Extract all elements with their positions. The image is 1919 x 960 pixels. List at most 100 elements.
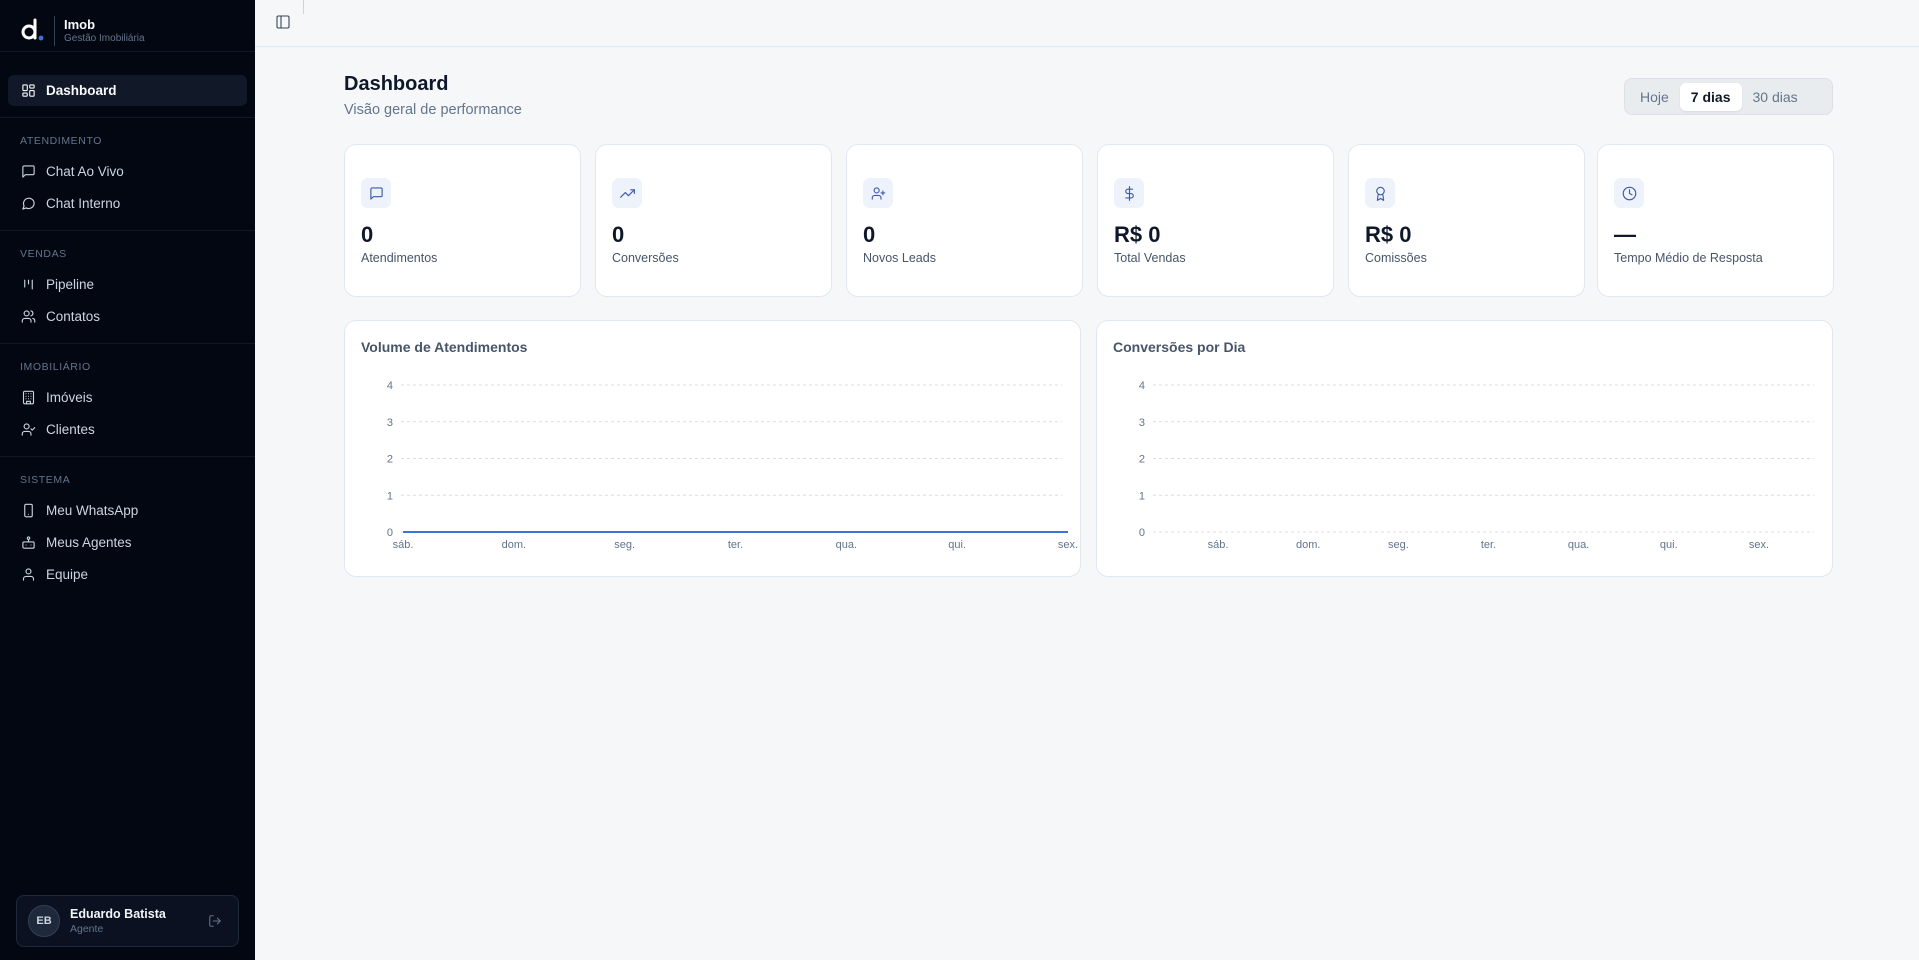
message-square-icon	[20, 164, 36, 180]
nav-meus-agentes[interactable]: Meus Agentes	[8, 527, 247, 558]
user-check-icon	[20, 422, 36, 438]
kanban-icon	[20, 277, 36, 293]
y-tick-label: 2	[387, 454, 393, 466]
sidebar-toggle-icon[interactable]	[275, 14, 291, 30]
stat-card-conversoes: 0 Conversões	[595, 144, 832, 297]
award-icon	[1365, 178, 1395, 208]
page-title: Dashboard	[344, 73, 449, 95]
stat-value: 0	[612, 222, 625, 247]
brand-subtitle: Gestão Imobiliária	[64, 33, 145, 44]
stat-label: Conversões	[612, 251, 679, 265]
nav-meu-whatsapp[interactable]: Meu WhatsApp	[8, 495, 247, 526]
x-tick-label: qua.	[836, 539, 857, 551]
logout-icon[interactable]	[208, 914, 222, 928]
x-tick-label: seg.	[1388, 539, 1409, 551]
stat-label: Novos Leads	[863, 251, 936, 265]
clock-icon	[1614, 178, 1644, 208]
y-tick-label: 3	[1139, 417, 1145, 429]
message-square-icon	[361, 178, 391, 208]
stat-value: R$ 0	[1365, 222, 1412, 247]
y-tick-label: 0	[387, 527, 393, 539]
brand[interactable]: Imob Gestão Imobiliária	[20, 16, 145, 46]
chart-card-volume-atendimentos: Volume de Atendimentos 0 1 2 3 4 sáb. dom. seg.…	[344, 320, 1081, 577]
nav-pipeline[interactable]: Pipeline	[8, 269, 247, 300]
avatar: EB	[28, 905, 60, 937]
x-tick-label: sex.	[1749, 539, 1769, 551]
divider	[0, 456, 255, 457]
nav-clientes-label: Clientes	[46, 422, 95, 437]
user-plus-icon	[863, 178, 893, 208]
nav-chat-interno[interactable]: Chat Interno	[8, 188, 247, 219]
y-tick-label: 0	[1139, 527, 1145, 539]
range-today-button[interactable]: Hoje	[1629, 83, 1680, 111]
user-icon	[20, 567, 36, 583]
range-7-days-button[interactable]: 7 dias	[1679, 82, 1742, 111]
logo	[20, 16, 46, 46]
brand-divider	[54, 16, 55, 46]
nav-equipe-label: Equipe	[46, 567, 89, 582]
x-tick-label: sáb.	[1208, 539, 1229, 551]
x-tick-label: qua.	[1568, 539, 1589, 551]
stat-label: Atendimentos	[361, 251, 438, 265]
nav-chat-ao-vivo-label: Chat Ao Vivo	[46, 164, 124, 179]
y-tick-label: 1	[387, 490, 393, 502]
x-tick-label: qui.	[1660, 539, 1678, 551]
building-icon	[20, 390, 36, 406]
sidebar: Imob Gestão Imobiliária Dashboard ATENDI…	[0, 0, 255, 960]
stat-label: Comissões	[1365, 251, 1427, 265]
nav-clientes[interactable]: Clientes	[8, 414, 247, 445]
x-tick-label: qui.	[948, 539, 966, 551]
nav-contatos-label: Contatos	[46, 309, 101, 324]
x-tick-label: sáb.	[393, 539, 414, 551]
nav-chat-ao-vivo[interactable]: Chat Ao Vivo	[8, 156, 247, 187]
y-tick-label: 3	[387, 417, 393, 429]
nav-chat-interno-label: Chat Interno	[46, 196, 121, 211]
trending-up-icon	[612, 178, 642, 208]
y-tick-label: 4	[1139, 380, 1145, 392]
message-circle-icon	[20, 196, 36, 212]
user-role: Agente	[70, 922, 104, 935]
x-tick-label: dom.	[502, 539, 526, 551]
x-tick-label: dom.	[1296, 539, 1320, 551]
user-name: Eduardo Batista	[70, 906, 166, 921]
stat-value: 0	[361, 222, 374, 247]
stat-card-comissoes: R$ 0 Comissões	[1348, 144, 1585, 297]
nav-equipe[interactable]: Equipe	[8, 559, 247, 590]
x-tick-label: ter.	[1481, 539, 1496, 551]
y-tick-label: 1	[1139, 490, 1145, 502]
nav-imoveis[interactable]: Imóveis	[8, 382, 247, 413]
divider	[0, 230, 255, 231]
stat-label: Tempo Médio de Resposta	[1614, 251, 1763, 265]
section-label-sistema: SISTEMA	[20, 474, 71, 486]
section-label-atendimento: ATENDIMENTO	[20, 135, 103, 147]
dollar-icon	[1114, 178, 1144, 208]
chart-card-conversoes-por-dia: Conversões por Dia 0 1 2 3 4 sáb. dom. seg. ter.…	[1096, 320, 1833, 577]
nav-pipeline-label: Pipeline	[46, 277, 95, 292]
section-label-imobiliario: IMOBILIÁRIO	[20, 361, 91, 373]
nav-imoveis-label: Imóveis	[46, 390, 93, 405]
bot-icon	[20, 535, 36, 551]
stat-value: —	[1614, 222, 1636, 247]
stat-label: Total Vendas	[1114, 251, 1186, 265]
users-icon	[20, 309, 36, 325]
date-range-selector: Hoje 7 dias 30 dias	[1624, 78, 1833, 115]
divider	[0, 51, 255, 52]
nav-meu-whatsapp-label: Meu WhatsApp	[46, 503, 139, 518]
conversoes-por-dia-chart: 0 1 2 3 4 sáb. dom. seg. ter. qua. qui. sex.	[1139, 380, 1814, 551]
nav-dashboard-label: Dashboard	[46, 83, 117, 98]
user-card[interactable]: EB Eduardo Batista Agente	[16, 895, 239, 947]
page-subtitle: Visão geral de performance	[344, 102, 522, 118]
volume-atendimentos-chart: 0 1 2 3 4 sáb. dom. seg. ter. qua. qui. sex.	[387, 380, 1078, 551]
nav-meus-agentes-label: Meus Agentes	[46, 535, 132, 550]
stat-card-atendimentos: 0 Atendimentos	[344, 144, 581, 297]
layout-grid-icon	[20, 83, 36, 99]
smartphone-icon	[20, 503, 36, 519]
y-tick-label: 2	[1139, 454, 1145, 466]
stat-card-novos-leads: 0 Novos Leads	[846, 144, 1083, 297]
stat-value: 0	[863, 222, 876, 247]
range-30-days-button[interactable]: 30 dias	[1742, 83, 1809, 111]
y-tick-label: 4	[387, 380, 393, 392]
nav-dashboard[interactable]: Dashboard	[8, 75, 247, 106]
nav-contatos[interactable]: Contatos	[8, 301, 247, 332]
section-label-vendas: VENDAS	[20, 248, 67, 260]
